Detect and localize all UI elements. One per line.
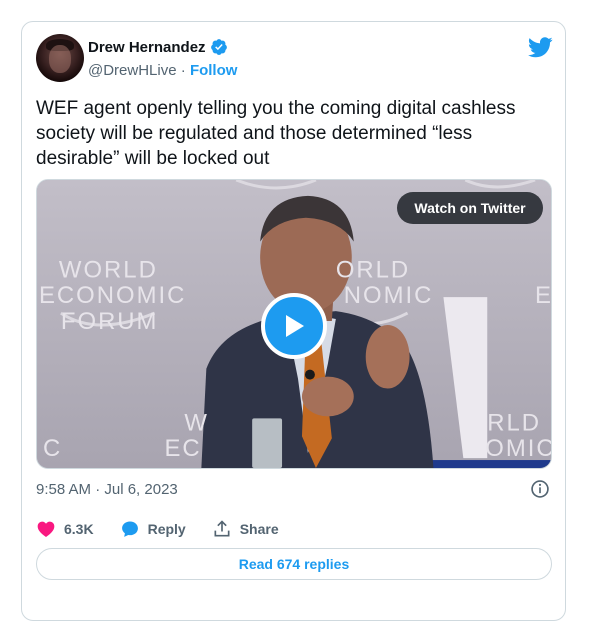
backdrop-text-line-3: FORUM (61, 308, 159, 335)
handle-separator: · (180, 62, 186, 79)
play-icon (286, 315, 304, 337)
like-button[interactable]: 6.3K (36, 519, 94, 539)
reply-button[interactable]: Reply (120, 519, 186, 539)
follow-link[interactable]: Follow (190, 62, 238, 79)
heart-icon (37, 521, 55, 537)
tweet-card: Drew Hernandez @DrewHLive · Follow WEF a… (21, 21, 566, 621)
tweet-timestamp[interactable]: 9:58 AM · Jul 6, 2023 (36, 481, 178, 498)
author-handle[interactable]: @DrewHLive (88, 62, 177, 79)
share-upload-icon (214, 520, 230, 537)
backdrop-text-lower-left-3: C (43, 435, 62, 462)
share-button[interactable]: Share (212, 519, 279, 539)
tweet-actions: 6.3K Reply Share (36, 519, 305, 539)
backdrop-text-lower-left-2: EC (165, 435, 202, 462)
author-name[interactable]: Drew Hernandez (88, 39, 206, 56)
read-replies-button[interactable]: Read 674 replies (36, 548, 552, 580)
like-count: 6.3K (64, 521, 94, 537)
backdrop-text-lower-right-2: OMIC (485, 435, 551, 462)
video-player[interactable]: WORLD ECONOMIC FORUM ORLD NOMIC W EC C R… (36, 179, 552, 469)
info-icon[interactable] (530, 479, 550, 499)
tweet-text: WEF agent openly telling you the coming … (36, 98, 516, 169)
twitter-bird-icon[interactable] (528, 37, 553, 58)
backdrop-text-edge: E (535, 282, 551, 309)
play-button[interactable] (261, 293, 327, 359)
author-name-row[interactable]: Drew Hernandez (88, 38, 228, 56)
reply-label: Reply (147, 521, 186, 537)
author-avatar[interactable] (36, 34, 84, 82)
backdrop-text-lower-right-1: RLD (487, 409, 541, 436)
backdrop-text-right-1: ORLD (336, 256, 410, 283)
verified-badge-icon (210, 39, 227, 55)
watch-on-twitter-button[interactable]: Watch on Twitter (397, 192, 543, 224)
backdrop-text-line-1: WORLD (59, 256, 158, 283)
author-handle-row: @DrewHLive · Follow (88, 62, 237, 79)
backdrop-text-lower-left-1: W (184, 409, 209, 436)
reply-bubble-icon (121, 521, 138, 537)
backdrop-text-right-2: NOMIC (344, 282, 434, 309)
backdrop-text-line-2: ECONOMIC (39, 282, 186, 309)
share-label: Share (239, 521, 279, 537)
